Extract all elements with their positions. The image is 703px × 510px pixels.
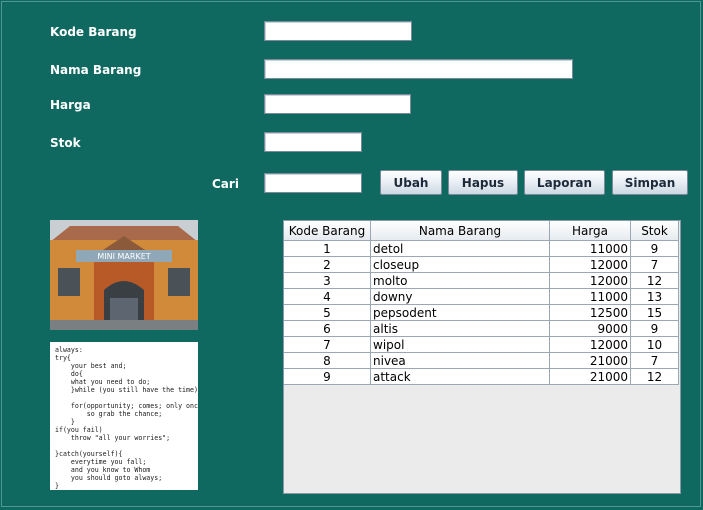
table-cell[interactable]: 2 [284,256,371,273]
table-cell[interactable]: 9 [284,368,371,385]
table-cell[interactable]: closeup [370,256,550,273]
table-cell[interactable]: 7 [284,336,371,353]
building-photo: MINI MARKET [50,220,198,330]
table-row[interactable]: 4 downy 11000 13 [284,288,679,305]
simpan-button[interactable]: Simpan [612,170,688,195]
table-cell[interactable]: wipol [370,336,550,353]
data-table-panel[interactable]: Kode Barang Nama Barang Harga Stok 1 deto… [283,220,681,494]
column-header[interactable]: Harga [549,221,631,241]
table-cell[interactable]: detol [370,240,550,257]
stok-label: Stok [50,136,81,150]
column-header[interactable]: Stok [630,221,679,241]
building-illustration: MINI MARKET [50,220,198,330]
barang-table[interactable]: Kode Barang Nama Barang Harga Stok 1 deto… [284,221,679,385]
table-cell[interactable]: molto [370,272,550,289]
column-header[interactable]: Nama Barang [370,221,550,241]
table-cell[interactable]: 7 [630,352,679,369]
table-cell[interactable]: 21000 [549,368,631,385]
table-cell[interactable]: 1 [284,240,371,257]
column-header[interactable]: Kode Barang [284,221,371,241]
code-quote-text: always: try{ your best and; do{ what you… [55,346,198,490]
harga-input[interactable] [264,94,411,114]
building-sign-text: MINI MARKET [97,252,150,261]
table-cell[interactable]: 11000 [549,240,631,257]
table-row[interactable]: 3 molto 12000 12 [284,272,679,289]
table-header-row: Kode Barang Nama Barang Harga Stok [284,221,679,241]
nama-barang-label: Nama Barang [50,63,142,77]
table-cell[interactable]: 12 [630,272,679,289]
ubah-button[interactable]: Ubah [380,170,442,195]
table-cell[interactable]: downy [370,288,550,305]
table-cell[interactable]: 9 [630,240,679,257]
table-cell[interactable]: 15 [630,304,679,321]
table-cell[interactable]: 4 [284,288,371,305]
table-cell[interactable]: altis [370,320,550,337]
table-cell[interactable]: 10 [630,336,679,353]
table-cell[interactable]: 12000 [549,272,631,289]
table-cell[interactable]: 5 [284,304,371,321]
hapus-button[interactable]: Hapus [448,170,518,195]
table-cell[interactable]: 9 [630,320,679,337]
table-row[interactable]: 7 wipol 12000 10 [284,336,679,353]
table-cell[interactable]: 6 [284,320,371,337]
table-cell[interactable]: 9000 [549,320,631,337]
table-cell[interactable]: pepsodent [370,304,550,321]
table-cell[interactable]: 12000 [549,256,631,273]
table-cell[interactable]: 3 [284,272,371,289]
table-cell[interactable]: 13 [630,288,679,305]
table-cell[interactable]: 11000 [549,288,631,305]
kode-barang-input[interactable] [264,21,412,41]
table-row[interactable]: 9 attack 21000 12 [284,368,679,385]
stok-input[interactable] [264,132,362,152]
table-cell[interactable]: 8 [284,352,371,369]
cari-label: Cari [212,177,239,191]
table-row[interactable]: 8 nivea 21000 7 [284,352,679,369]
cari-input[interactable] [264,173,362,193]
code-quote-image: always: try{ your best and; do{ what you… [50,342,198,490]
table-row[interactable]: 6 altis 9000 9 [284,320,679,337]
table-cell[interactable]: 12 [630,368,679,385]
laporan-button[interactable]: Laporan [524,170,605,195]
table-cell[interactable]: 7 [630,256,679,273]
table-row[interactable]: 2 closeup 12000 7 [284,256,679,273]
harga-label: Harga [50,98,91,112]
table-cell[interactable]: 12000 [549,336,631,353]
table-cell[interactable]: 21000 [549,352,631,369]
nama-barang-input[interactable] [264,59,573,79]
table-cell[interactable]: attack [370,368,550,385]
table-row[interactable]: 5 pepsodent 12500 15 [284,304,679,321]
table-cell[interactable]: nivea [370,352,550,369]
table-cell[interactable]: 12500 [549,304,631,321]
kode-barang-label: Kode Barang [50,25,137,39]
table-row[interactable]: 1 detol 11000 9 [284,240,679,257]
